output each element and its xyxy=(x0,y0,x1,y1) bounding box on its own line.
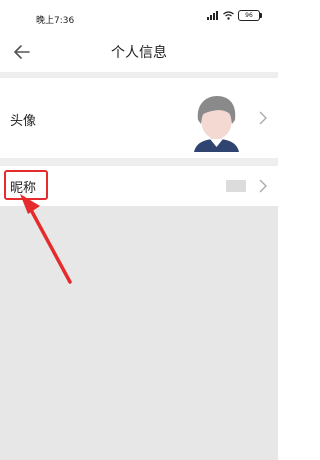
avatar-row[interactable]: 头像 xyxy=(0,78,278,158)
red-arrow-icon xyxy=(20,194,72,284)
nickname-value-blurred xyxy=(226,180,246,192)
chevron-right-icon xyxy=(259,111,267,125)
section-divider xyxy=(0,158,278,166)
nav-bar: 个人信息 xyxy=(0,34,278,70)
status-time: 晚上7:36 xyxy=(36,16,75,26)
page-title: 个人信息 xyxy=(111,45,167,61)
battery-level: 96 xyxy=(245,12,253,19)
avatar-label: 头像 xyxy=(10,114,37,129)
battery-icon: 96 xyxy=(238,10,262,21)
default-avatar-icon[interactable] xyxy=(190,94,242,152)
signal-icon xyxy=(207,11,218,20)
status-icons: 96 xyxy=(207,10,262,21)
chevron-right-icon xyxy=(259,179,267,193)
wifi-icon xyxy=(223,11,234,20)
status-bar: 晚上7:36 96 xyxy=(0,0,278,34)
